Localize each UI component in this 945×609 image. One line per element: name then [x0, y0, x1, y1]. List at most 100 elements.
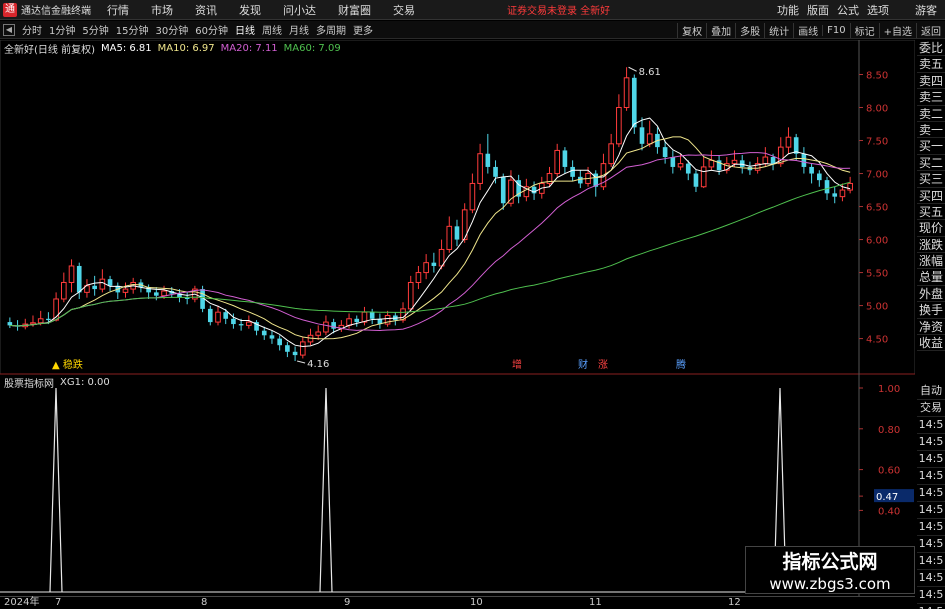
- side-item[interactable]: 委比: [917, 40, 945, 57]
- candle-body: [670, 157, 676, 167]
- candle-body: [369, 312, 375, 319]
- price-tick-label: 6.00: [866, 236, 888, 247]
- price-tick-label: 8.50: [866, 71, 888, 82]
- period-15min[interactable]: 15分钟: [116, 22, 149, 37]
- candle-body: [431, 262, 437, 266]
- trade-side-item[interactable]: 自动: [917, 383, 945, 400]
- candle-body: [231, 318, 236, 325]
- menu-quotes[interactable]: 行情: [107, 2, 129, 18]
- candle-body: [46, 318, 51, 321]
- trade-side-item[interactable]: 交易: [917, 400, 945, 417]
- side-item[interactable]: 净资: [917, 319, 945, 336]
- trade-side-item[interactable]: 14:5: [917, 417, 945, 434]
- event-marker: 增: [512, 358, 522, 371]
- menu-discover[interactable]: 发现: [239, 2, 261, 18]
- tool-overlay[interactable]: 叠加: [706, 22, 735, 38]
- tool-add-watchlist[interactable]: +自选: [878, 22, 916, 38]
- period-30min[interactable]: 30分钟: [155, 22, 188, 37]
- menu-options[interactable]: 选项: [867, 2, 889, 18]
- menu-ask[interactable]: 问小达: [283, 2, 316, 18]
- period-more[interactable]: 更多: [353, 22, 373, 37]
- trade-side-item[interactable]: 14:5: [917, 468, 945, 485]
- trade-side-item[interactable]: 14:5: [917, 451, 945, 468]
- menu-bar: 通 通达信金融终端 行情 市场 资讯 发现 问小达 财富圈 交易 证券交易未登录…: [0, 0, 945, 20]
- period-60min[interactable]: 60分钟: [195, 22, 228, 37]
- menu-market[interactable]: 市场: [151, 2, 173, 18]
- side-item[interactable]: 卖二: [917, 106, 945, 122]
- period-5min[interactable]: 5分钟: [82, 22, 108, 37]
- back-icon[interactable]: ◀: [3, 23, 15, 36]
- ma20-line: [9, 152, 851, 331]
- side-item[interactable]: 涨跌: [917, 237, 945, 254]
- x-tick-label: 7: [55, 597, 62, 608]
- menu-trade[interactable]: 交易: [393, 2, 415, 18]
- ma60-label: MA60: 7.09: [283, 42, 341, 54]
- trade-side-item[interactable]: 14:5: [917, 604, 945, 609]
- tool-return[interactable]: 返回: [916, 22, 945, 38]
- candle-body: [161, 290, 167, 297]
- price-tick-label: 8.00: [866, 104, 888, 115]
- side-item[interactable]: 买四: [917, 188, 945, 204]
- candle-body: [277, 338, 282, 346]
- low-label: 4.16: [307, 359, 329, 370]
- x-axis: 2024年 7 8 9 10 11 12: [0, 596, 915, 609]
- side-item[interactable]: 买一: [917, 138, 945, 155]
- trade-side-item[interactable]: 14:5: [917, 553, 945, 570]
- x-tick-label: 9: [344, 597, 351, 608]
- candle-body: [508, 179, 514, 204]
- menu-function[interactable]: 功能: [777, 2, 799, 18]
- menu-layout[interactable]: 版面: [807, 2, 829, 18]
- tool-stats[interactable]: 统计: [764, 22, 793, 38]
- candle-body: [578, 176, 583, 184]
- side-item[interactable]: 换手: [917, 302, 945, 319]
- side-item[interactable]: 涨幅: [917, 253, 945, 270]
- side-item[interactable]: 卖一: [917, 122, 945, 139]
- side-item[interactable]: 现价: [917, 220, 945, 237]
- trade-side-item[interactable]: 14:5: [917, 519, 945, 536]
- ind-current-value: 0.47: [876, 492, 898, 503]
- side-item[interactable]: 卖五: [917, 56, 945, 73]
- tool-adjust[interactable]: 复权: [677, 22, 706, 38]
- side-item[interactable]: 总量: [917, 269, 945, 286]
- menu-news[interactable]: 资讯: [195, 2, 217, 18]
- candle-body: [785, 136, 792, 148]
- period-daily[interactable]: 日线: [235, 22, 255, 37]
- period-monthly[interactable]: 月线: [289, 22, 309, 37]
- side-item[interactable]: 卖四: [917, 73, 945, 90]
- candle-body: [423, 262, 429, 274]
- ind-tick-label: 0.40: [878, 506, 900, 517]
- tool-multi-stock[interactable]: 多股: [735, 22, 764, 38]
- candle-body: [847, 182, 853, 191]
- side-item[interactable]: 买二: [917, 155, 945, 172]
- trade-side-item[interactable]: 14:5: [917, 570, 945, 587]
- side-item[interactable]: 买五: [917, 204, 945, 221]
- trade-notice[interactable]: 证券交易未登录 全新好: [507, 2, 610, 17]
- candle-body: [809, 166, 814, 174]
- ma5-label: MA5: 6.81: [100, 42, 152, 54]
- price-chart[interactable]: 8.50 8.00 7.50 7.00 6.50 6.00 5.50 5.00 4.50 8.61…: [0, 40, 915, 605]
- trade-side-item[interactable]: 14:5: [917, 434, 945, 451]
- tool-draw[interactable]: 画线: [793, 22, 822, 38]
- candle-body: [292, 351, 298, 356]
- period-weekly[interactable]: 周线: [262, 22, 282, 37]
- trade-side-item[interactable]: 14:5: [917, 536, 945, 553]
- period-1min[interactable]: 1分钟: [49, 22, 75, 37]
- side-item[interactable]: 买三: [917, 171, 945, 188]
- guest-label[interactable]: 游客: [915, 2, 937, 18]
- menu-wealth[interactable]: 财富圈: [338, 2, 371, 18]
- period-timeshare[interactable]: 分时: [22, 22, 42, 37]
- side-item[interactable]: 收益: [917, 335, 945, 352]
- menu-formula[interactable]: 公式: [837, 2, 859, 18]
- trade-side-item[interactable]: 14:5: [917, 587, 945, 604]
- trade-side-item[interactable]: 14:5: [917, 502, 945, 519]
- tool-mark[interactable]: 标记: [849, 22, 879, 38]
- candle-body: [816, 173, 822, 181]
- side-item[interactable]: 外盘: [917, 286, 945, 303]
- side-item[interactable]: 卖三: [917, 89, 945, 106]
- x-tick-label: 8: [201, 597, 208, 608]
- tool-f10[interactable]: F10: [822, 24, 849, 36]
- candle-body: [37, 318, 44, 324]
- period-multi[interactable]: 多周期: [316, 22, 346, 37]
- trade-side-item[interactable]: 14:5: [917, 485, 945, 502]
- candle-body: [693, 173, 699, 187]
